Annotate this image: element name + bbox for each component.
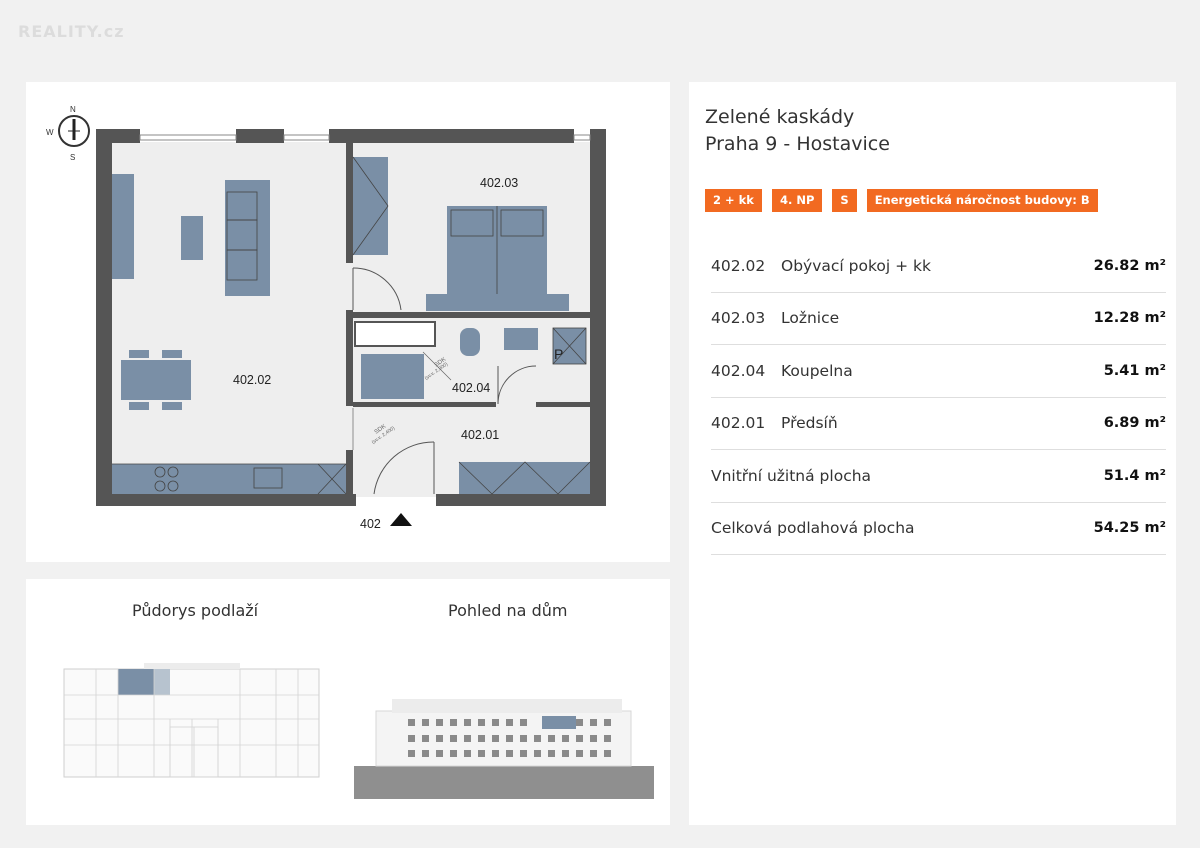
room-label-402-04: 402.04: [452, 381, 490, 395]
floor-tag: 4. NP: [771, 189, 823, 212]
floor-plate-drawing[interactable]: [63, 663, 320, 778]
coffee-table: [181, 216, 203, 260]
orientation-tag: S: [832, 189, 857, 212]
overview-drawings[interactable]: [26, 579, 670, 825]
room-area: 6.89 m²: [1103, 415, 1166, 432]
layout-tag: 2 + kk: [705, 189, 762, 212]
table-row: 402.01 Předsíň 6.89 m²: [711, 398, 1166, 450]
parking-marker: P: [554, 346, 563, 362]
hallway-fixtures: [458, 461, 591, 495]
floor-plan-panel: N W S P 402.03 402.02 402.04 402.01 SDK …: [26, 82, 670, 562]
kitchen-counter: [112, 464, 346, 494]
room-name: Předsíň: [781, 414, 838, 433]
project-title: Zelené kaskády Praha 9 - Hostavice: [705, 104, 890, 158]
table-row: 402.02 Obývací pokoj + kk 26.82 m²: [711, 240, 1166, 293]
sofa: [225, 180, 270, 296]
room-code: 402.04: [711, 361, 766, 380]
room-code: 402.01: [711, 414, 766, 433]
highlighted-floor[interactable]: [542, 716, 576, 729]
summary-area: 54.25 m²: [1093, 520, 1166, 537]
room-code: 402.02: [711, 256, 766, 275]
entrance-arrow-icon: [390, 513, 412, 526]
summary-area: 51.4 m²: [1103, 467, 1166, 484]
apartment-info-panel: Zelené kaskády Praha 9 - Hostavice 2 + k…: [689, 82, 1176, 825]
summary-label: Vnitřní užitná plocha: [711, 466, 872, 485]
room-label-402-03: 402.03: [480, 176, 518, 190]
summary-row: Vnitřní užitná plocha 51.4 m²: [711, 450, 1166, 503]
overview-panel: Půdorys podlaží Pohled na dům: [26, 579, 670, 825]
room-name: Obývací pokoj + kk: [781, 256, 931, 275]
compass-w-label: W: [46, 128, 54, 137]
apartment-floor-plan: N W S P 402.03 402.02 402.04 402.01 SDK …: [46, 105, 606, 531]
room-label-402-01: 402.01: [461, 428, 499, 442]
room-name: Koupelna: [781, 361, 853, 380]
table-row: 402.04 Koupelna 5.41 m²: [711, 345, 1166, 398]
compass-s-label: S: [70, 153, 75, 162]
tag-list: 2 + kk 4. NP S Energetická náročnost bud…: [705, 189, 1098, 212]
room-area: 5.41 m²: [1103, 362, 1166, 379]
dining-table: [121, 360, 191, 400]
compass-n-label: N: [70, 105, 76, 114]
room-area: 26.82 m²: [1093, 257, 1166, 274]
room-label-402-02: 402.02: [233, 373, 271, 387]
watermark-logo: REALITY.cz: [18, 22, 125, 41]
bedside: [426, 294, 569, 311]
room-code: 402.03: [711, 309, 766, 328]
summary-label: Celková podlahová plocha: [711, 519, 915, 538]
project-name: Zelené kaskády: [705, 106, 855, 128]
table-row: 402.03 Ložnice 12.28 m²: [711, 293, 1166, 345]
compass-icon: N W S: [46, 105, 90, 162]
room-area: 12.28 m²: [1093, 310, 1166, 327]
highlighted-unit[interactable]: [118, 669, 154, 695]
room-table: 402.02 Obývací pokoj + kk 26.82 m² 402.0…: [711, 240, 1166, 555]
energy-tag: Energetická náročnost budovy: B: [866, 189, 1098, 212]
building-elevation-drawing[interactable]: [354, 699, 654, 799]
tv-cabinet: [112, 174, 134, 279]
summary-row: Celková podlahová plocha 54.25 m²: [711, 503, 1166, 555]
entrance-label: 402: [360, 517, 381, 531]
room-name: Ložnice: [781, 309, 840, 328]
wardrobe: [353, 157, 388, 255]
project-location: Praha 9 - Hostavice: [705, 133, 890, 155]
